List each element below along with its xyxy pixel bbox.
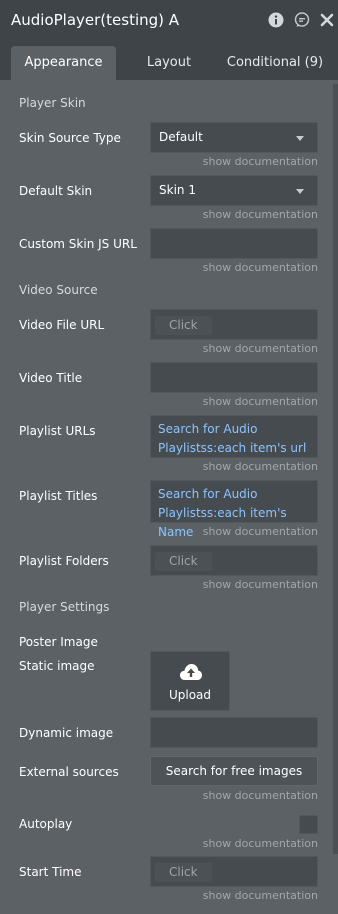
click-placeholder[interactable]: Click bbox=[155, 316, 212, 335]
tab-conditional[interactable]: Conditional (9) bbox=[222, 46, 328, 80]
info-icon[interactable] bbox=[268, 12, 284, 28]
show-documentation-link[interactable]: show documentation bbox=[203, 208, 318, 221]
default-skin-label: Default Skin bbox=[19, 184, 93, 198]
custom-skin-js-url-input[interactable] bbox=[150, 228, 318, 259]
dynamic-image-input[interactable] bbox=[150, 717, 318, 748]
video-file-url-input[interactable]: Click bbox=[150, 309, 318, 340]
section-video-source: Video Source bbox=[19, 283, 98, 297]
show-documentation-link[interactable]: show documentation bbox=[203, 525, 318, 538]
custom-skin-js-url-label: Custom Skin JS URL bbox=[19, 237, 137, 251]
upload-button-label: Upload bbox=[168, 688, 212, 702]
show-documentation-link[interactable]: show documentation bbox=[203, 460, 318, 473]
scrollbar[interactable] bbox=[333, 84, 338, 854]
comment-icon[interactable] bbox=[294, 12, 310, 28]
dynamic-image-label: Dynamic image bbox=[19, 726, 114, 740]
playlist-urls-expression[interactable]: Search for Audio Playlistss:each item's … bbox=[150, 415, 318, 458]
tab-appearance[interactable]: Appearance bbox=[11, 46, 116, 80]
start-time-input[interactable]: Click bbox=[150, 856, 318, 887]
click-placeholder[interactable]: Click bbox=[155, 863, 212, 882]
video-title-label: Video Title bbox=[19, 371, 83, 385]
dropdown-caret-icon bbox=[296, 136, 304, 141]
start-time-label: Start Time bbox=[19, 865, 82, 879]
section-player-skin: Player Skin bbox=[19, 96, 86, 110]
show-documentation-link[interactable]: show documentation bbox=[203, 395, 318, 408]
skin-source-type-select[interactable]: Default bbox=[150, 122, 318, 153]
autoplay-label: Autoplay bbox=[19, 817, 73, 831]
playlist-titles-label: Playlist Titles bbox=[19, 489, 98, 503]
playlist-urls-label: Playlist URLs bbox=[19, 424, 96, 438]
external-sources-label: External sources bbox=[19, 765, 119, 779]
autoplay-checkbox[interactable] bbox=[299, 815, 318, 834]
show-documentation-link[interactable]: show documentation bbox=[203, 155, 318, 168]
window-title: AudioPlayer(testing) A bbox=[11, 11, 180, 29]
playlist-titles-expression[interactable]: Search for Audio Playlistss:each item's … bbox=[150, 480, 318, 539]
close-icon[interactable] bbox=[319, 12, 335, 28]
search-free-images-button[interactable]: Search for free images bbox=[150, 756, 318, 786]
video-title-input[interactable] bbox=[150, 362, 318, 393]
show-documentation-link[interactable]: show documentation bbox=[203, 837, 318, 850]
playlist-folders-input[interactable]: Click bbox=[150, 545, 318, 576]
video-file-url-label: Video File URL bbox=[19, 318, 105, 332]
poster-image-label: Poster Image bbox=[19, 635, 98, 649]
tab-layout[interactable]: Layout bbox=[130, 46, 208, 80]
upload-button[interactable]: Upload bbox=[150, 651, 230, 711]
show-documentation-link[interactable]: show documentation bbox=[203, 578, 318, 591]
skin-source-type-value: Default bbox=[159, 130, 203, 144]
skin-source-type-label: Skin Source Type bbox=[19, 131, 121, 145]
dropdown-caret-icon bbox=[296, 189, 304, 194]
playlist-folders-label: Playlist Folders bbox=[19, 554, 109, 568]
show-documentation-link[interactable]: show documentation bbox=[203, 789, 318, 802]
show-documentation-link[interactable]: show documentation bbox=[203, 889, 318, 902]
tab-bar: Appearance Layout Conditional (9) bbox=[0, 42, 338, 80]
title-bar: AudioPlayer(testing) A bbox=[0, 0, 338, 42]
default-skin-value: Skin 1 bbox=[159, 183, 196, 197]
default-skin-select[interactable]: Skin 1 bbox=[150, 175, 318, 206]
static-image-label: Static image bbox=[19, 659, 95, 673]
section-player-settings: Player Settings bbox=[19, 600, 110, 614]
show-documentation-link[interactable]: show documentation bbox=[203, 342, 318, 355]
cloud-upload-icon bbox=[180, 664, 202, 680]
click-placeholder[interactable]: Click bbox=[155, 552, 212, 571]
show-documentation-link[interactable]: show documentation bbox=[203, 261, 318, 274]
